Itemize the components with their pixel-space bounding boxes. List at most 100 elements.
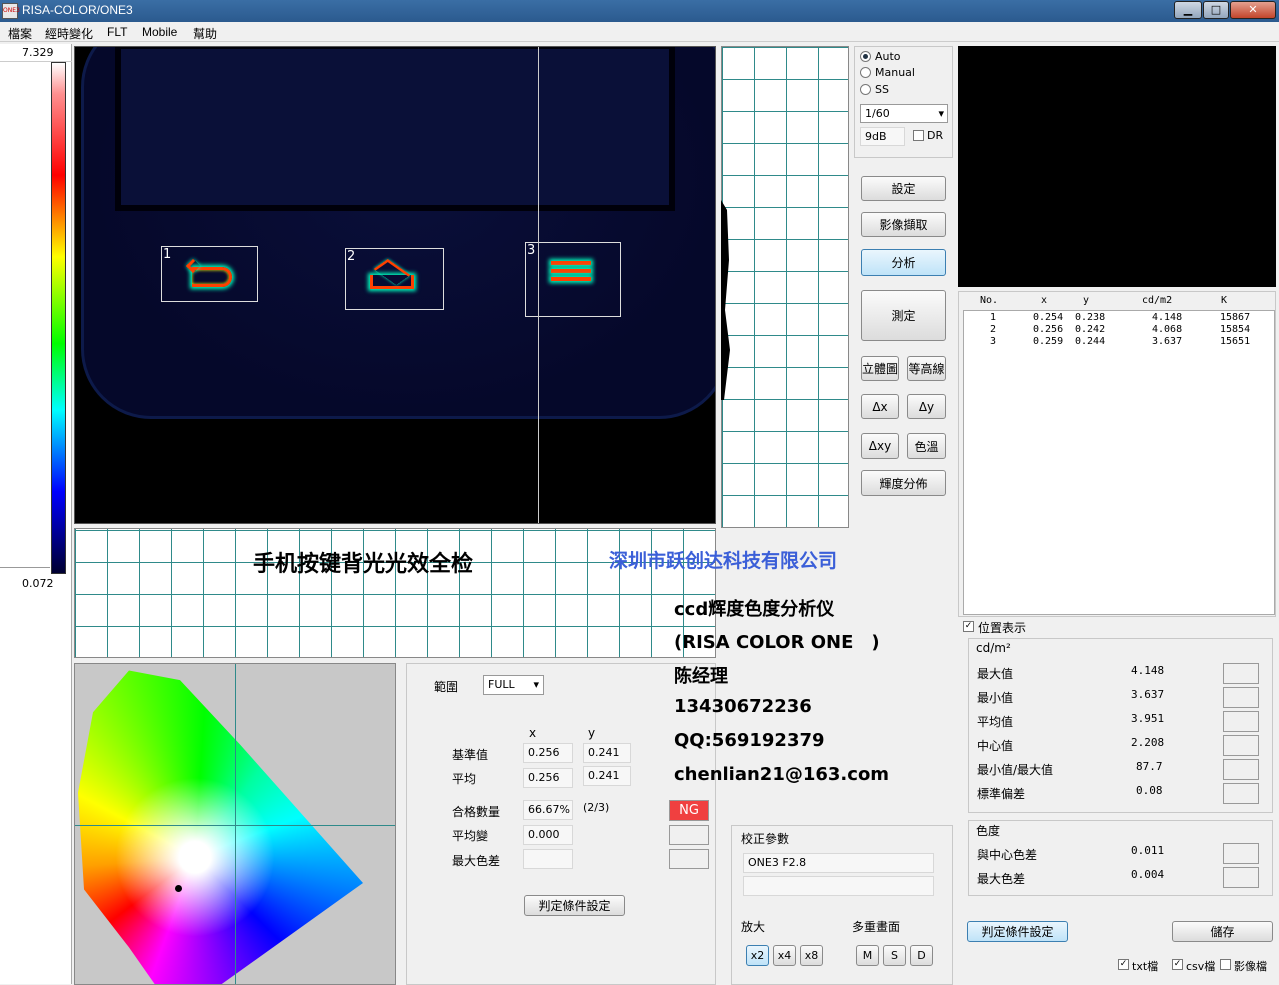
max-diff-indicator bbox=[669, 849, 709, 869]
position-display-checkbox[interactable]: ✓ bbox=[963, 621, 974, 632]
calibration-extra-field[interactable] bbox=[743, 876, 934, 896]
overlay-line4: 13430672236 bbox=[674, 696, 812, 717]
image-checkbox[interactable] bbox=[1220, 959, 1231, 970]
txt-checkbox[interactable]: ✓ bbox=[1118, 959, 1129, 970]
overlay-line5: QQ:569192379 bbox=[674, 730, 825, 751]
measure-button[interactable]: 測定 bbox=[861, 290, 946, 341]
calibration-value-field[interactable]: ONE3 F2.8 bbox=[743, 853, 934, 873]
stat-indicator bbox=[1223, 735, 1259, 756]
menu-time-change[interactable]: 經時變化 bbox=[45, 25, 93, 42]
cell: 4.148 bbox=[1152, 312, 1183, 323]
settings-button[interactable]: 設定 bbox=[861, 176, 946, 201]
stats-unit: cd/m² bbox=[976, 641, 1011, 655]
ss-label: SS bbox=[875, 83, 889, 96]
crosshair-vertical[interactable] bbox=[538, 47, 539, 523]
maximize-button[interactable]: □ bbox=[1203, 1, 1229, 19]
stat-value: 3.637 bbox=[1131, 688, 1165, 701]
stat-value: 3.951 bbox=[1131, 712, 1165, 725]
manual-radio[interactable] bbox=[860, 67, 871, 78]
scale-panel: 7.329 0.072 bbox=[0, 44, 72, 984]
auto-label: Auto bbox=[875, 50, 901, 63]
cell: 15651 bbox=[1220, 336, 1251, 347]
delta-xy-button[interactable]: Δxy bbox=[861, 433, 899, 459]
range-select[interactable]: FULL ▾ bbox=[483, 675, 544, 695]
txt-label: txt檔 bbox=[1132, 960, 1159, 973]
table-row[interactable]: 1 0.254 0.238 4.148 15867 bbox=[964, 312, 1274, 324]
cell: 15867 bbox=[1220, 312, 1251, 323]
region-box-1[interactable]: 1 bbox=[161, 246, 258, 302]
contour-button[interactable]: 等高線 bbox=[907, 356, 946, 381]
judge-settings-button[interactable]: 判定條件設定 bbox=[524, 895, 625, 916]
pass-ratio: (2/3) bbox=[583, 801, 610, 814]
luminance-distribution-button[interactable]: 輝度分佈 bbox=[861, 470, 946, 496]
avg-change-indicator bbox=[669, 825, 709, 845]
cell: 0.244 bbox=[1075, 336, 1106, 347]
color-diff-title: 色度 bbox=[976, 824, 1001, 838]
color-diff-indicator bbox=[1223, 867, 1259, 888]
color-temp-button[interactable]: 色溫 bbox=[907, 433, 946, 459]
shutter-value: 1/60 bbox=[865, 107, 890, 120]
menu-help[interactable]: 幫助 bbox=[193, 25, 217, 42]
ss-radio[interactable] bbox=[860, 84, 871, 95]
color-diff-value: 0.004 bbox=[1131, 868, 1165, 881]
stat-indicator bbox=[1223, 783, 1259, 804]
close-button[interactable]: ✕ bbox=[1230, 1, 1276, 19]
csv-checkbox[interactable]: ✓ bbox=[1172, 959, 1183, 970]
menu-line-icon bbox=[551, 261, 591, 265]
stat-label: 最小值/最大值 bbox=[977, 763, 1054, 777]
multi-m-button[interactable]: M bbox=[856, 945, 879, 966]
zoom-x8-button[interactable]: x8 bbox=[800, 945, 823, 966]
gain-field[interactable]: 9dB bbox=[860, 127, 905, 146]
ref-y-field[interactable]: 0.241 bbox=[583, 743, 631, 763]
auto-radio[interactable] bbox=[860, 51, 871, 62]
manual-label: Manual bbox=[875, 66, 915, 79]
vertical-profile-graph bbox=[721, 46, 849, 528]
cell: 0.254 bbox=[1033, 312, 1064, 323]
zoom-x2-button[interactable]: x2 bbox=[746, 945, 769, 966]
stat-label: 最小值 bbox=[977, 691, 1014, 705]
shutter-select[interactable]: 1/60 ▾ bbox=[860, 104, 948, 123]
region-box-3[interactable]: 3 bbox=[525, 242, 621, 317]
judge-settings-button-bottom[interactable]: 判定條件設定 bbox=[967, 921, 1068, 942]
luminance-image-view[interactable]: 1 2 3 bbox=[74, 46, 716, 524]
table-row[interactable]: 3 0.259 0.244 3.637 15651 bbox=[964, 336, 1274, 348]
cie-measure-point bbox=[175, 885, 182, 892]
app-logo: ONE3 bbox=[2, 3, 20, 19]
col-y: y bbox=[1083, 295, 1090, 306]
cell: 2 bbox=[990, 324, 997, 335]
multi-d-button[interactable]: D bbox=[910, 945, 933, 966]
ref-x-field[interactable]: 0.256 bbox=[523, 743, 573, 763]
3d-view-button[interactable]: 立體圖 bbox=[861, 356, 899, 381]
stat-value: 2.208 bbox=[1131, 736, 1165, 749]
region-label: 2 bbox=[347, 249, 356, 264]
table-row[interactable]: 2 0.256 0.242 4.068 15854 bbox=[964, 324, 1274, 336]
multi-view-title: 多重畫面 bbox=[852, 920, 901, 934]
multi-s-button[interactable]: S bbox=[883, 945, 906, 966]
cie-chromaticity-diagram[interactable] bbox=[74, 663, 396, 985]
region-label: 3 bbox=[527, 243, 536, 258]
avg-y-field: 0.241 bbox=[583, 766, 631, 786]
minimize-button[interactable]: ▁ bbox=[1174, 1, 1202, 19]
stat-label: 中心值 bbox=[977, 739, 1014, 753]
menu-file[interactable]: 檔案 bbox=[8, 25, 32, 42]
stats-panel: cd/m² 最大值 4.148 最小值 3.637 平均值 3.951 中心值 … bbox=[968, 638, 1273, 813]
zoom-x4-button[interactable]: x4 bbox=[773, 945, 796, 966]
pass-percent-field: 66.67% bbox=[523, 800, 573, 820]
cell: 0.256 bbox=[1033, 324, 1064, 335]
dr-checkbox[interactable] bbox=[913, 130, 924, 141]
capture-button[interactable]: 影像擷取 bbox=[861, 212, 946, 237]
results-list[interactable]: 1 0.254 0.238 4.148 15867 2 0.256 0.242 … bbox=[963, 310, 1275, 615]
analyze-button[interactable]: 分析 bbox=[861, 249, 946, 276]
menu-mobile[interactable]: Mobile bbox=[142, 25, 177, 39]
menu-flt[interactable]: FLT bbox=[107, 25, 127, 39]
delta-x-button[interactable]: Δx bbox=[861, 394, 899, 419]
overlay-line3: 陈经理 bbox=[674, 666, 728, 687]
save-button[interactable]: 儲存 bbox=[1172, 921, 1273, 942]
stat-label: 最大值 bbox=[977, 667, 1014, 681]
col-no: No. bbox=[980, 295, 999, 306]
ng-result-badge: NG bbox=[669, 800, 709, 821]
ref-label: 基準值 bbox=[452, 748, 489, 762]
stat-label: 標準偏差 bbox=[977, 787, 1026, 801]
region-box-2[interactable]: 2 bbox=[345, 248, 444, 310]
delta-y-button[interactable]: Δy bbox=[907, 394, 946, 419]
